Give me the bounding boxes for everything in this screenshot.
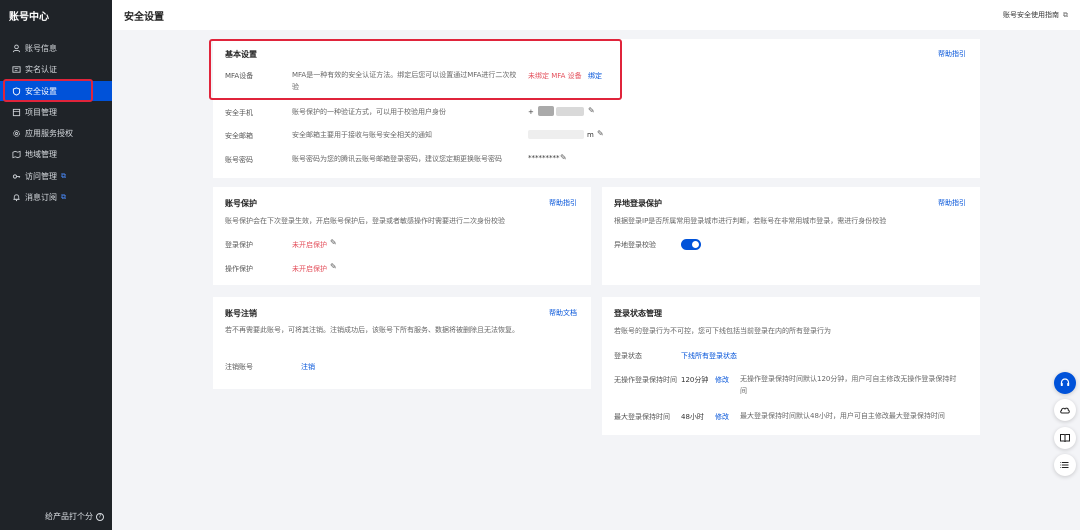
- password-value: *********: [528, 154, 560, 162]
- remote-title: 异地登录保护: [614, 199, 662, 208]
- sidebar-item-label: 账号信息: [25, 43, 57, 53]
- page-title: 安全设置: [124, 12, 164, 23]
- security-guide-link[interactable]: 账号安全使用指南 ⧉: [1003, 10, 1068, 20]
- phone-value: +: [528, 108, 534, 116]
- phone-desc: 账号保护的一种验证方式，可以用于校验用户身份: [292, 108, 446, 116]
- mfa-highlight-box: [209, 39, 622, 100]
- cancel-help-link[interactable]: 帮助文档: [549, 308, 577, 318]
- remote-help-link[interactable]: 帮助指引: [938, 198, 966, 208]
- docs-button[interactable]: [1054, 427, 1076, 449]
- sidebar-item-app-auth[interactable]: 应用服务授权: [0, 123, 112, 143]
- idle-time-value: 120分钟: [681, 376, 709, 384]
- sidebar-item-label: 项目管理: [25, 107, 57, 117]
- phone-masked-2: [556, 107, 584, 116]
- cancel-label: 注销账号: [225, 363, 253, 371]
- bell-icon: [9, 193, 23, 202]
- menu-button[interactable]: [1054, 454, 1076, 476]
- remote-toggle-label: 异地登录校验: [614, 241, 656, 249]
- edit-email-icon[interactable]: ✎: [597, 129, 604, 138]
- id-card-icon: [9, 65, 23, 74]
- phone-masked: [538, 106, 554, 116]
- protection-title: 账号保护: [225, 199, 257, 208]
- protection-desc: 账号保护会在下次登录生效，开启账号保护后，登录或者敏感操作时需要进行二次身份校验: [225, 217, 505, 225]
- session-title: 登录状态管理: [614, 309, 662, 318]
- edit-idle-time-button[interactable]: 修改: [715, 375, 729, 385]
- cancel-desc: 若不再需要此账号，可将其注销。注销成功后，该账号下所有服务、数据将被删除且无法恢…: [225, 326, 519, 334]
- folder-icon: [9, 108, 23, 117]
- max-time-note: 最大登录保持时间默认48小时，用户可自主修改最大登录保持时间: [740, 412, 945, 420]
- external-link-icon: ⧉: [1063, 10, 1068, 19]
- account-protection-card: [213, 187, 591, 285]
- email-desc: 安全邮箱主要用于接收与账号安全相关的通知: [292, 131, 432, 139]
- sidebar-item-label: 应用服务授权: [25, 128, 73, 138]
- gear-icon: [9, 129, 23, 138]
- idle-time-note: 无操作登录保持时间默认120分钟，用户可自主修改无操作登录保持时间: [740, 375, 957, 395]
- edit-max-time-button[interactable]: 修改: [715, 412, 729, 422]
- logout-all-button[interactable]: 下线所有登录状态: [681, 351, 737, 361]
- email-value: m: [587, 131, 594, 139]
- edit-op-protection-icon[interactable]: ✎: [330, 262, 337, 271]
- external-link-icon: ⧉: [61, 192, 66, 201]
- session-status-label: 登录状态: [614, 352, 642, 360]
- password-label: 账号密码: [225, 156, 253, 164]
- sidebar-item-real-name[interactable]: 实名认证: [0, 59, 112, 79]
- sidebar-item-account-info[interactable]: 账号信息: [0, 38, 112, 58]
- sidebar-item-projects[interactable]: 项目管理: [0, 102, 112, 122]
- cancel-title: 账号注销: [225, 309, 257, 318]
- email-label: 安全邮箱: [225, 132, 253, 140]
- sidebar-highlight-box: [3, 79, 93, 102]
- key-icon: [9, 172, 23, 181]
- cancel-account-button[interactable]: 注销: [301, 362, 315, 372]
- feedback-link[interactable]: 给产品打个分 ?: [45, 511, 104, 522]
- help-circle-icon: ?: [96, 512, 104, 521]
- edit-phone-icon[interactable]: ✎: [588, 106, 595, 115]
- edit-password-icon[interactable]: ✎: [560, 153, 567, 162]
- user-icon: [9, 44, 23, 53]
- sidebar-item-region[interactable]: 地域管理: [0, 144, 112, 164]
- edit-login-protection-icon[interactable]: ✎: [330, 238, 337, 247]
- op-protection-label: 操作保护: [225, 265, 253, 273]
- sidebar-item-label: 消息订阅: [25, 192, 57, 202]
- password-desc: 账号密码为您的腾讯云账号邮箱登录密码，建议您定期更换账号密码: [292, 155, 502, 163]
- remote-login-toggle[interactable]: [681, 239, 701, 250]
- remote-desc: 根据登录IP是否所属常用登录城市进行判断，若账号在非常用城市登录，需进行身份校验: [614, 217, 887, 225]
- feedback-label: 给产品打个分: [45, 512, 93, 521]
- list-icon: [1059, 459, 1071, 471]
- email-masked: [528, 130, 584, 139]
- cloud-icon: [1059, 404, 1071, 416]
- idle-time-label: 无操作登录保持时间: [614, 376, 677, 384]
- protection-help-link[interactable]: 帮助指引: [549, 198, 577, 208]
- sidebar-title: 账号中心: [9, 12, 49, 23]
- customer-service-button[interactable]: [1054, 372, 1076, 394]
- map-icon: [9, 150, 23, 159]
- headset-icon: [1059, 377, 1071, 389]
- sidebar-item-access[interactable]: 访问管理 ⧉: [0, 166, 112, 186]
- max-time-label: 最大登录保持时间: [614, 413, 670, 421]
- account-cancel-card: [213, 297, 591, 389]
- max-time-value: 48小时: [681, 413, 704, 421]
- guide-link-label: 账号安全使用指南: [1003, 11, 1059, 19]
- login-protection-label: 登录保护: [225, 241, 253, 249]
- phone-label: 安全手机: [225, 109, 253, 117]
- cloud-button[interactable]: [1054, 399, 1076, 421]
- page-header: 安全设置 账号安全使用指南 ⧉: [112, 0, 1080, 30]
- basic-help-link[interactable]: 帮助指引: [938, 49, 966, 59]
- sidebar-item-label: 实名认证: [25, 64, 57, 74]
- sidebar-item-subscription[interactable]: 消息订阅 ⧉: [0, 187, 112, 207]
- sidebar-item-label: 访问管理: [25, 171, 57, 181]
- sidebar-item-label: 地域管理: [25, 149, 57, 159]
- session-desc: 若账号的登录行为不可控，您可下线包括当前登录在内的所有登录行为: [614, 327, 831, 335]
- login-protection-status: 未开启保护: [292, 241, 327, 249]
- external-link-icon: ⧉: [61, 171, 66, 180]
- toggle-knob: [692, 241, 699, 248]
- op-protection-status: 未开启保护: [292, 265, 327, 273]
- book-icon: [1059, 432, 1071, 444]
